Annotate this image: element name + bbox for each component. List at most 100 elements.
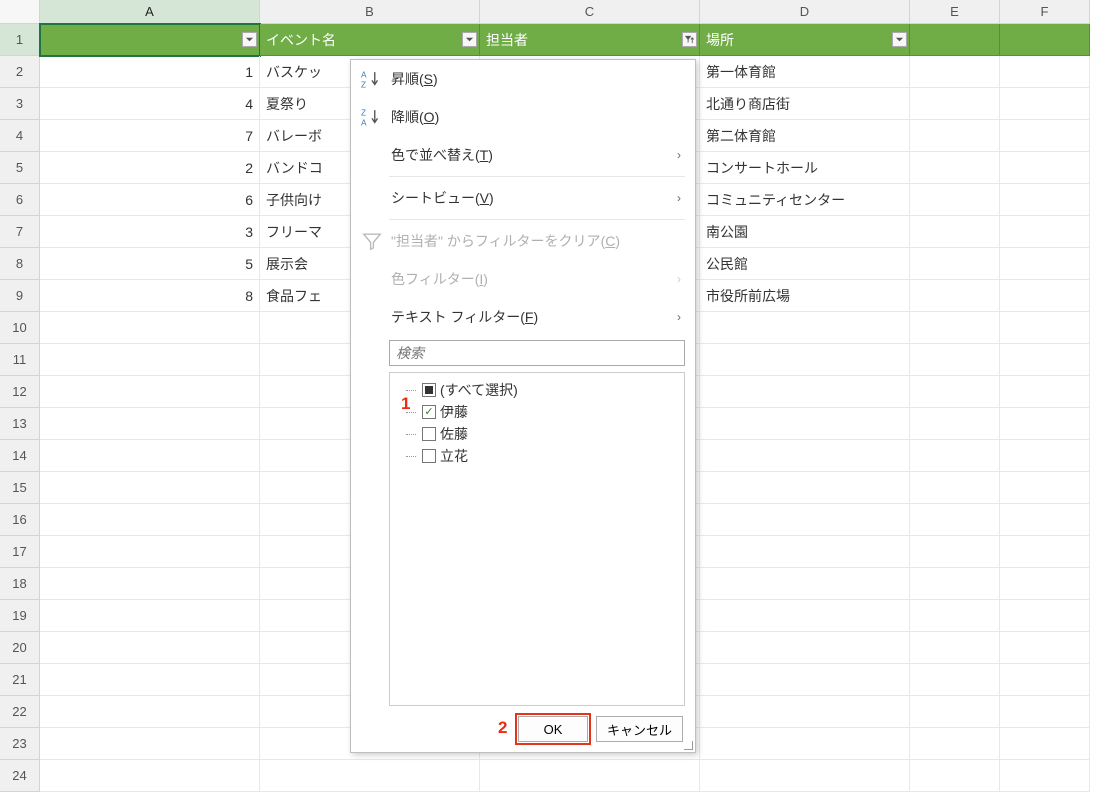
cell[interactable] [910,728,1000,760]
row-header[interactable]: 21 [0,664,40,696]
cell[interactable] [1000,728,1090,760]
sort-descending[interactable]: ZA 降順(O) [351,98,695,136]
cell[interactable] [1000,248,1090,280]
row-header[interactable]: 17 [0,536,40,568]
cell[interactable] [40,504,260,536]
cell[interactable] [1000,600,1090,632]
cell[interactable] [910,248,1000,280]
cell[interactable]: 2 [40,152,260,184]
cell[interactable]: 市役所前広場 [700,280,910,312]
filter-check-item[interactable]: 佐藤 [396,423,678,445]
cell[interactable] [700,408,910,440]
cell[interactable] [1000,696,1090,728]
cell[interactable] [910,536,1000,568]
cell[interactable] [700,472,910,504]
filter-check-item[interactable]: 伊藤 [396,401,678,423]
row-header[interactable]: 16 [0,504,40,536]
row-header[interactable]: 24 [0,760,40,792]
col-header-A[interactable]: A [40,0,260,24]
cell[interactable] [1000,24,1090,56]
cell[interactable]: コンサートホール [700,152,910,184]
cell[interactable] [40,24,260,56]
row-header[interactable]: 22 [0,696,40,728]
row-header[interactable]: 3 [0,88,40,120]
checkbox[interactable] [422,449,436,463]
cell[interactable]: 場所 [700,24,910,56]
row-header[interactable]: 11 [0,344,40,376]
cell[interactable] [700,376,910,408]
cell[interactable]: 第二体育館 [700,120,910,152]
row-header[interactable]: 1 [0,24,40,56]
cell[interactable] [700,760,910,792]
filter-dropdown-icon[interactable] [892,32,907,47]
cell[interactable] [910,312,1000,344]
row-header[interactable]: 6 [0,184,40,216]
cell[interactable] [910,440,1000,472]
cell[interactable] [700,728,910,760]
col-header-F[interactable]: F [1000,0,1090,24]
cell[interactable] [1000,536,1090,568]
cell[interactable] [1000,120,1090,152]
cell[interactable]: 公民館 [700,248,910,280]
cell[interactable] [1000,408,1090,440]
cell[interactable] [700,664,910,696]
cell[interactable] [1000,440,1090,472]
cell[interactable] [1000,568,1090,600]
row-header[interactable]: 12 [0,376,40,408]
cell[interactable] [910,504,1000,536]
cell[interactable] [1000,760,1090,792]
cell[interactable] [700,632,910,664]
cell[interactable] [40,408,260,440]
checkbox[interactable] [422,427,436,441]
col-header-D[interactable]: D [700,0,910,24]
cell[interactable] [40,312,260,344]
col-header-C[interactable]: C [480,0,700,24]
cell[interactable]: 5 [40,248,260,280]
row-header[interactable]: 9 [0,280,40,312]
col-header-E[interactable]: E [910,0,1000,24]
cell[interactable] [40,600,260,632]
row-header[interactable]: 4 [0,120,40,152]
cell[interactable]: 3 [40,216,260,248]
cell[interactable] [40,632,260,664]
cell[interactable] [910,664,1000,696]
cell[interactable] [1000,152,1090,184]
cell[interactable] [910,152,1000,184]
cell[interactable] [40,696,260,728]
cell[interactable]: 4 [40,88,260,120]
resize-grip[interactable] [683,740,693,750]
cell[interactable] [700,440,910,472]
filter-active-icon[interactable] [682,32,697,47]
cell[interactable] [700,568,910,600]
row-header[interactable]: 15 [0,472,40,504]
cell[interactable]: 第一体育館 [700,56,910,88]
cell[interactable] [910,408,1000,440]
cell[interactable]: 担当者 [480,24,700,56]
cell[interactable]: 南公園 [700,216,910,248]
cell[interactable] [910,376,1000,408]
cell[interactable] [1000,216,1090,248]
cell[interactable] [40,376,260,408]
cell[interactable]: 1 [40,56,260,88]
cell[interactable] [910,280,1000,312]
cell[interactable] [40,728,260,760]
ok-button[interactable]: OK [518,716,588,742]
cell[interactable] [700,536,910,568]
row-header[interactable]: 13 [0,408,40,440]
row-header[interactable]: 5 [0,152,40,184]
cell[interactable] [910,568,1000,600]
cell[interactable] [700,344,910,376]
filter-checklist[interactable]: (すべて選択)伊藤佐藤立花 [389,372,685,706]
cell[interactable] [40,568,260,600]
cell[interactable]: イベント名 [260,24,480,56]
filter-check-item[interactable]: 立花 [396,445,678,467]
cell[interactable] [700,312,910,344]
cell[interactable] [1000,376,1090,408]
cell[interactable] [1000,632,1090,664]
cell[interactable] [700,504,910,536]
cell[interactable]: 6 [40,184,260,216]
row-header[interactable]: 20 [0,632,40,664]
row-header[interactable]: 7 [0,216,40,248]
cell[interactable] [910,344,1000,376]
checkbox[interactable] [422,405,436,419]
